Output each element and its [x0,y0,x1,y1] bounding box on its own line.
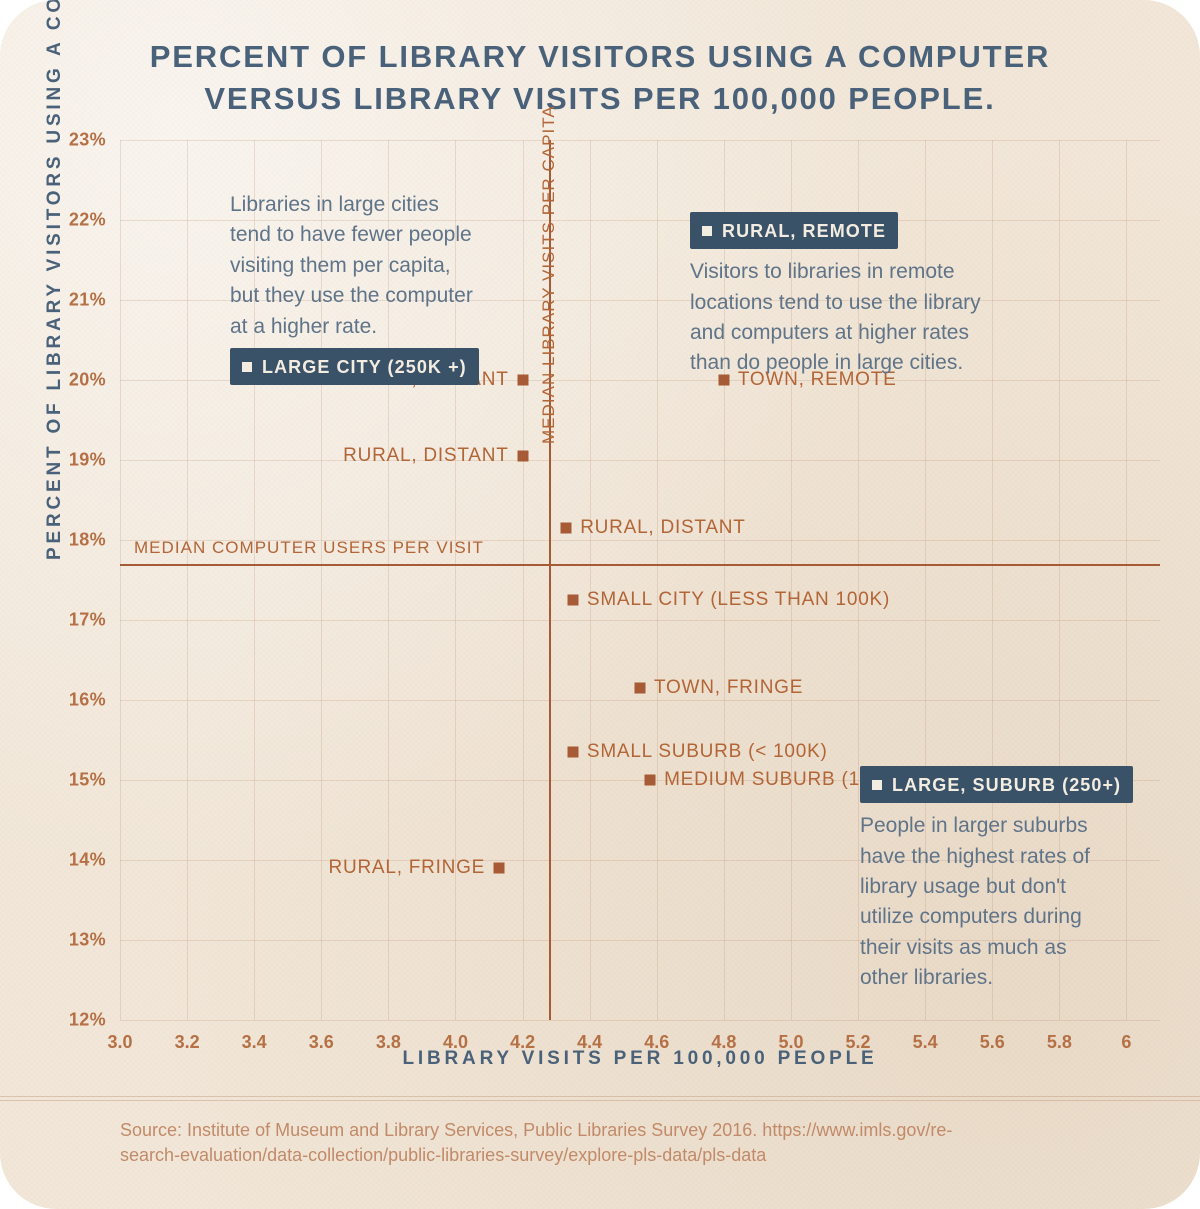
source-text: Source: Institute of Museum and Library … [120,1120,952,1165]
y-tick-label: 21% [69,290,106,311]
annotation-body-line: Visitors to libraries in remote [690,257,1060,287]
y-tick-label: 14% [69,850,106,871]
median-vertical-label: MEDIAN LIBRARY VISITS PER CAPITA [539,105,559,444]
data-point [517,451,528,462]
annotation-body-line: library usage but don't [860,872,1160,902]
annotation-body-line: have the highest rates of [860,842,1160,872]
footer-rule [0,1100,1200,1101]
title-line-2: VERSUS LIBRARY VISITS PER 100,000 PEOPLE… [204,81,995,116]
chart-card: PERCENT OF LIBRARY VISITORS USING A COMP… [0,0,1200,1209]
gridline-horizontal [120,700,1160,701]
y-tick-label: 16% [69,690,106,711]
median-horizontal-label: MEDIAN COMPUTER USERS PER VISIT [134,538,484,558]
y-tick-label: 19% [69,450,106,471]
x-axis-title: LIBRARY VISITS PER 100,000 PEOPLE [120,1048,1160,1070]
annotation-body-line: than do people in large cities. [690,348,1060,378]
gridline-horizontal [120,460,1160,461]
annotation-body-line: but they use the computer [230,281,530,311]
data-point-label: RURAL, FRINGE [328,857,485,879]
y-tick-label: 22% [69,210,106,231]
y-tick-label: 18% [69,530,106,551]
y-tick-label: 13% [69,930,106,951]
square-marker-icon [242,362,252,372]
y-tick-label: 17% [69,610,106,631]
data-point-label: RURAL, DISTANT [580,517,745,539]
annotation-body-line: tend to have fewer people [230,220,530,250]
data-point [561,523,572,534]
y-tick-label: 20% [69,370,106,391]
gridline-horizontal [120,140,1160,141]
median-horizontal-line [120,564,1160,566]
gridline-horizontal [120,620,1160,621]
y-tick-label: 12% [69,1010,106,1031]
annotation-body-line: visiting them per capita, [230,251,530,281]
annotation-body-line: at a higher rate. [230,312,530,342]
data-point [635,683,646,694]
square-marker-icon [702,226,712,236]
annotation-bottom-right: LARGE, SUBURB (250+) People in larger su… [860,760,1160,994]
annotation-body-line: People in larger suburbs [860,811,1160,841]
annotation-pill: LARGE CITY (250K +) [230,348,479,385]
annotation-body-line: their visits as much as [860,933,1160,963]
data-point-label: SMALL SUBURB (< 100K) [587,741,828,763]
square-marker-icon [872,780,882,790]
data-point [567,595,578,606]
chart-title: PERCENT OF LIBRARY VISITORS USING A COMP… [0,36,1200,120]
gridline-vertical [120,140,121,1020]
annotation-body-line: utilize computers during [860,902,1160,932]
gridline-vertical [590,140,591,1020]
data-point-label: SMALL CITY (LESS THAN 100K) [587,589,890,611]
data-point-label: RURAL, DISTANT [343,445,508,467]
data-point [494,863,505,874]
annotation-top-left: Libraries in large cities tend to have f… [230,190,530,385]
annotation-body-line: Libraries in large cities [230,190,530,220]
footer-rule [0,1096,1200,1097]
y-tick-label: 23% [69,130,106,151]
annotation-pill: RURAL, REMOTE [690,212,898,249]
annotation-pill-label: LARGE, SUBURB (250+) [892,772,1121,798]
annotation-top-right: RURAL, REMOTE Visitors to libraries in r… [690,206,1060,379]
annotation-pill-label: LARGE CITY (250K +) [262,354,467,380]
annotation-pill-label: RURAL, REMOTE [722,218,886,244]
title-line-1: PERCENT OF LIBRARY VISITORS USING A COMP… [150,39,1051,74]
annotation-pill: LARGE, SUBURB (250+) [860,766,1133,803]
annotation-body-line: and computers at higher rates [690,318,1060,348]
y-tick-label: 15% [69,770,106,791]
data-point-label: TOWN, FRINGE [654,677,803,699]
annotation-body-line: other libraries. [860,963,1160,993]
gridline-vertical [657,140,658,1020]
source-citation: Source: Institute of Museum and Library … [120,1118,1020,1168]
data-point [567,747,578,758]
y-axis-title: PERCENT OF LIBRARY VISITORS USING A COMP… [44,0,66,560]
gridline-vertical [187,140,188,1020]
annotation-body-line: locations tend to use the library [690,288,1060,318]
data-point [645,775,656,786]
gridline-horizontal [120,1020,1160,1021]
